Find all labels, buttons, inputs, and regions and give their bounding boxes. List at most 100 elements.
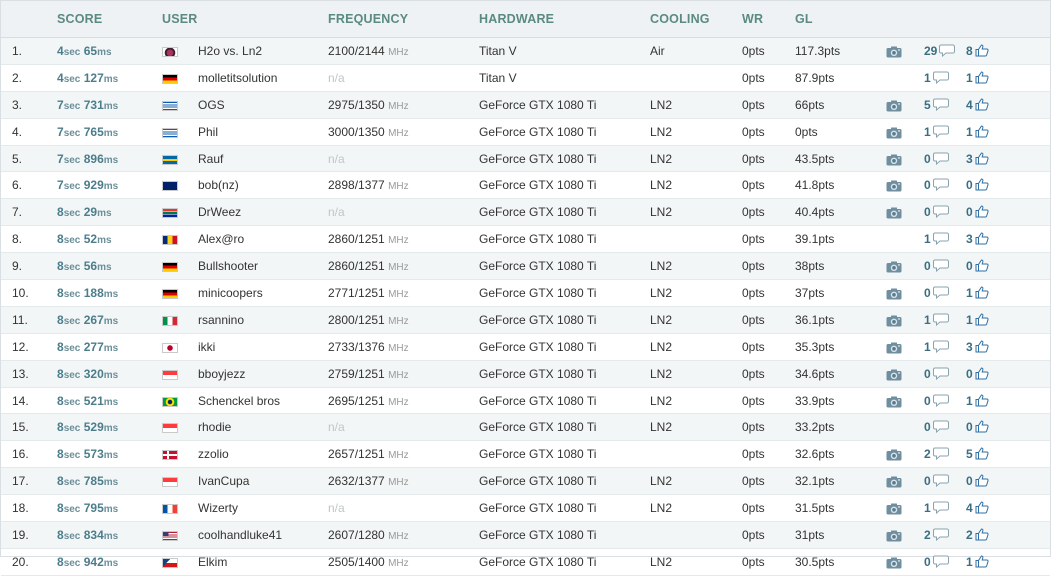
comments-link[interactable]: 2 [924,528,949,542]
comments-link[interactable]: 5 [924,98,949,112]
header-hardware[interactable]: HARDWARE [479,12,554,26]
likes-link[interactable]: 1 [966,125,989,139]
hardware-link[interactable]: GeForce GTX 1080 Ti [479,528,596,542]
score[interactable]: 8sec 529ms [57,420,118,436]
user-link[interactable]: Rauf [198,152,223,166]
comments-link[interactable]: 1 [924,501,949,515]
comments-link[interactable]: 0 [924,555,949,569]
score[interactable]: 7sec 765ms [57,125,118,141]
hardware-link[interactable]: GeForce GTX 1080 Ti [479,232,596,246]
user-link[interactable]: Schenckel bros [198,394,280,408]
camera-icon[interactable] [886,288,902,300]
score[interactable]: 8sec 56ms [57,259,112,275]
hardware-link[interactable]: GeForce GTX 1080 Ti [479,98,596,112]
camera-icon[interactable] [886,396,902,408]
score[interactable]: 8sec 573ms [57,447,118,463]
likes-link[interactable]: 0 [966,367,989,381]
camera-icon[interactable] [886,261,902,273]
likes-link[interactable]: 2 [966,528,989,542]
user-link[interactable]: minicoopers [198,286,263,300]
likes-link[interactable]: 0 [966,474,989,488]
score[interactable]: 8sec 942ms [57,555,118,571]
likes-link[interactable]: 8 [966,44,989,58]
comments-link[interactable]: 1 [924,71,949,85]
score[interactable]: 8sec 320ms [57,367,118,383]
user-link[interactable]: Bullshooter [198,259,258,273]
camera-icon[interactable] [886,100,902,112]
user-link[interactable]: OGS [198,98,225,112]
header-cooling[interactable]: COOLING [650,12,710,26]
score[interactable]: 7sec 929ms [57,178,118,194]
score[interactable]: 7sec 896ms [57,152,118,168]
score[interactable]: 8sec 795ms [57,501,118,517]
user-link[interactable]: Alex@ro [198,232,244,246]
likes-link[interactable]: 1 [966,71,989,85]
hardware-link[interactable]: GeForce GTX 1080 Ti [479,555,596,569]
user-link[interactable]: IvanCupa [198,474,249,488]
hardware-link[interactable]: GeForce GTX 1080 Ti [479,313,596,327]
score[interactable]: 8sec 277ms [57,340,118,356]
score[interactable]: 8sec 267ms [57,313,118,329]
likes-link[interactable]: 1 [966,394,989,408]
user-link[interactable]: Wizerty [198,501,238,515]
hardware-link[interactable]: GeForce GTX 1080 Ti [479,205,596,219]
hardware-link[interactable]: GeForce GTX 1080 Ti [479,367,596,381]
header-user[interactable]: USER [162,12,198,26]
likes-link[interactable]: 0 [966,259,989,273]
hardware-link[interactable]: GeForce GTX 1080 Ti [479,447,596,461]
likes-link[interactable]: 4 [966,501,989,515]
comments-link[interactable]: 0 [924,152,949,166]
camera-icon[interactable] [886,476,902,488]
likes-link[interactable]: 0 [966,205,989,219]
camera-icon[interactable] [886,530,902,542]
user-link[interactable]: rsannino [198,313,244,327]
comments-link[interactable]: 0 [924,474,949,488]
user-link[interactable]: zzolio [198,447,229,461]
hardware-link[interactable]: GeForce GTX 1080 Ti [479,178,596,192]
header-score[interactable]: SCORE [57,12,102,26]
likes-link[interactable]: 3 [966,152,989,166]
hardware-link[interactable]: GeForce GTX 1080 Ti [479,340,596,354]
hardware-link[interactable]: GeForce GTX 1080 Ti [479,259,596,273]
score[interactable]: 8sec 521ms [57,394,118,410]
likes-link[interactable]: 0 [966,178,989,192]
comments-link[interactable]: 0 [924,394,949,408]
comments-link[interactable]: 1 [924,340,949,354]
hardware-link[interactable]: GeForce GTX 1080 Ti [479,286,596,300]
comments-link[interactable]: 1 [924,125,949,139]
likes-link[interactable]: 1 [966,555,989,569]
hardware-link[interactable]: GeForce GTX 1080 Ti [479,474,596,488]
header-gl[interactable]: GL [795,12,813,26]
likes-link[interactable]: 1 [966,286,989,300]
user-link[interactable]: rhodie [198,420,231,434]
score[interactable]: 8sec 52ms [57,232,112,248]
comments-link[interactable]: 0 [924,259,949,273]
comments-link[interactable]: 0 [924,367,949,381]
likes-link[interactable]: 0 [966,420,989,434]
camera-icon[interactable] [886,557,902,569]
camera-icon[interactable] [886,449,902,461]
comments-link[interactable]: 29 [924,44,956,58]
camera-icon[interactable] [886,369,902,381]
user-link[interactable]: coolhandluke41 [198,528,282,542]
score[interactable]: 7sec 731ms [57,98,118,114]
camera-icon[interactable] [886,180,902,192]
comments-link[interactable]: 2 [924,447,949,461]
hardware-link[interactable]: GeForce GTX 1080 Ti [479,501,596,515]
score[interactable]: 4sec 65ms [57,44,112,60]
camera-icon[interactable] [886,207,902,219]
camera-icon[interactable] [886,46,902,58]
user-link[interactable]: DrWeez [198,205,241,219]
comments-link[interactable]: 1 [924,313,949,327]
hardware-link[interactable]: GeForce GTX 1080 Ti [479,420,596,434]
hardware-link[interactable]: Titan V [479,44,517,58]
hardware-link[interactable]: GeForce GTX 1080 Ti [479,152,596,166]
likes-link[interactable]: 3 [966,340,989,354]
hardware-link[interactable]: GeForce GTX 1080 Ti [479,394,596,408]
header-wr[interactable]: WR [742,12,763,26]
likes-link[interactable]: 5 [966,447,989,461]
user-link[interactable]: H2o vs. Ln2 [198,44,262,58]
score[interactable]: 8sec 188ms [57,286,118,302]
score[interactable]: 8sec 785ms [57,474,118,490]
camera-icon[interactable] [886,503,902,515]
